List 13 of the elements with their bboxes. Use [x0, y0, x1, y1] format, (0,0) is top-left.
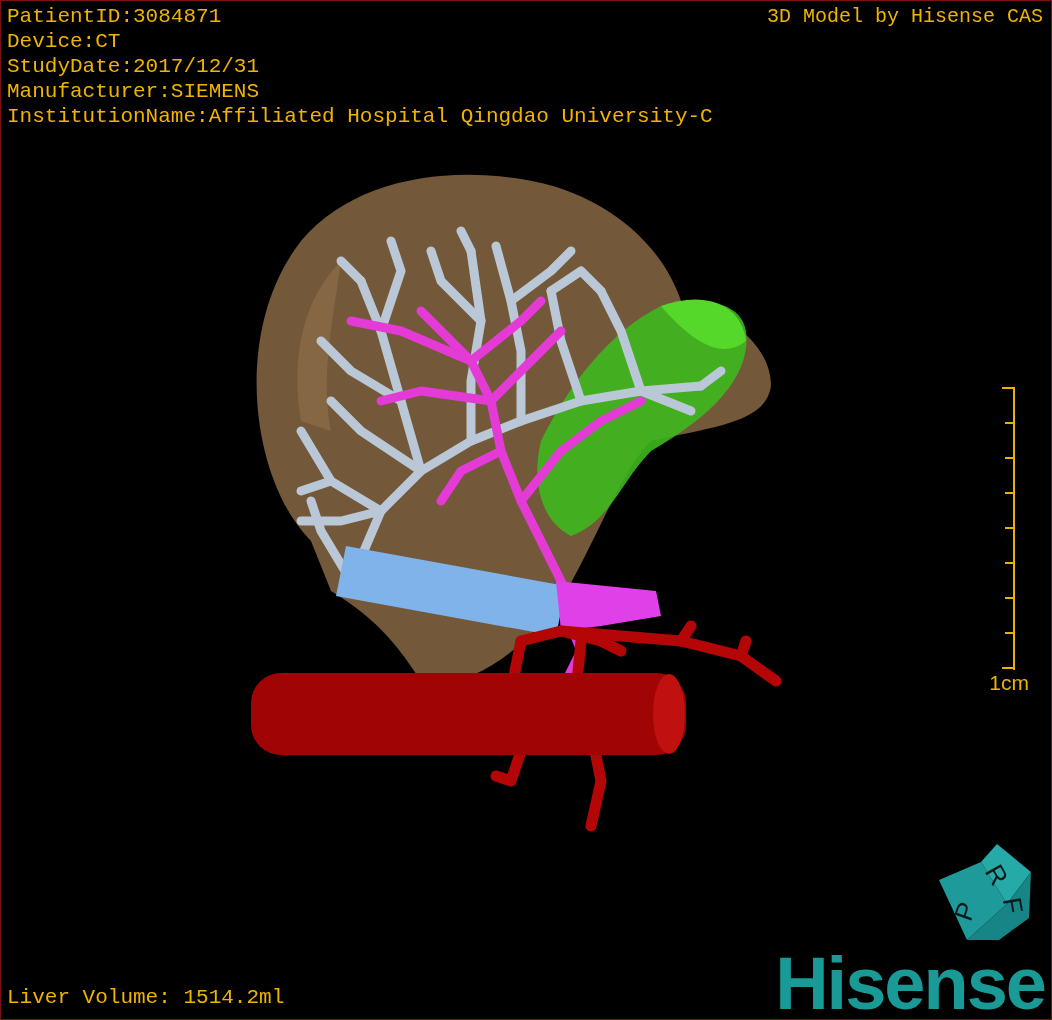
patient-info-line: StudyDate:2017/12/31 [7, 54, 261, 79]
cube-face-label: F [996, 895, 1030, 917]
scale-label: 1cm [989, 672, 1029, 694]
brand-logo: Hisense [775, 946, 1045, 1020]
patient-info-line: PatientID:3084871 [7, 4, 223, 29]
patient-info-line: InstitutionName:Affiliated Hospital Qingdao University-C [7, 104, 713, 129]
cube-face-label: P [947, 898, 983, 925]
patient-info-line: Device:CT [7, 29, 122, 54]
orientation-cube-drawing[interactable] [939, 844, 1031, 940]
liver-volume: Liver Volume: 1514.2ml [7, 985, 285, 1011]
cube-face-label: R [979, 859, 1015, 891]
patient-info-line: Manufacturer:SIEMENS [7, 79, 261, 104]
model-credit: 3D Model by Hisense CAS [766, 4, 1043, 30]
